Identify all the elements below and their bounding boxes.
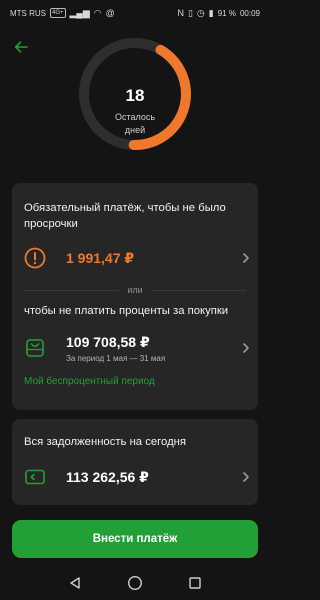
interest-free-amount: 109 708,58 ₽ <box>66 333 150 350</box>
battery-icon: ▮ <box>208 7 214 18</box>
total-debt-card: Вся задолженность на сегодня 113 262,56 … <box>12 419 258 505</box>
interest-free-period: За период 1 мая — 31 мая <box>66 353 166 363</box>
days-count: 18 <box>125 86 145 105</box>
status-bar: MTS RUS 4G+ ▂▄▆ ◠ @ N ▯ ◷ ▮ 91 % 00:09 <box>0 0 270 26</box>
nfc-icon: N <box>177 8 184 18</box>
network-badge: 4G+ <box>50 8 66 18</box>
back-arrow-icon <box>14 41 28 53</box>
circle-home-icon <box>127 575 143 591</box>
nav-back-button[interactable] <box>67 575 83 591</box>
make-payment-button[interactable]: Внести платёж <box>12 520 258 558</box>
wifi-icon: ◠ <box>93 7 102 18</box>
interest-free-row[interactable]: 109 708,58 ₽ За период 1 мая — 31 мая <box>24 331 250 365</box>
clock: 00:09 <box>239 8 260 18</box>
signal-icon: ▂▄▆ <box>69 7 90 18</box>
alarm-icon: ◷ <box>196 7 205 18</box>
chevron-right-icon <box>243 472 249 482</box>
card-icon <box>25 469 45 485</box>
total-debt-title: Вся задолженность на сегодня <box>24 436 187 448</box>
carrier-name: MTS RUS <box>10 8 46 18</box>
warning-circle-icon <box>24 247 46 269</box>
payment-options-card: Обязательный платёж, чтобы не было проср… <box>12 183 258 410</box>
interest-free-period-link[interactable]: Мой беспроцентный период <box>24 376 155 387</box>
chevron-right-icon <box>243 253 249 263</box>
mandatory-payment-title: Обязательный платёж, чтобы не было проср… <box>24 202 226 230</box>
mandatory-payment-amount: 1 991,47 ₽ <box>66 249 135 266</box>
days-left-label: Осталось дней <box>114 112 156 135</box>
or-label: или <box>127 285 143 295</box>
chevron-right-icon <box>243 343 249 353</box>
triangle-back-icon <box>70 577 80 589</box>
nav-home-button[interactable] <box>127 575 143 591</box>
total-debt-row[interactable]: 113 262,56 ₽ <box>24 465 250 489</box>
back-button[interactable] <box>10 36 32 58</box>
mandatory-payment-row[interactable]: 1 991,47 ₽ <box>24 246 250 270</box>
battery-percent: 91 % <box>217 8 236 18</box>
square-recents-icon <box>189 577 201 589</box>
shopping-bag-icon <box>26 339 44 357</box>
total-debt-amount: 113 262,56 ₽ <box>66 468 149 485</box>
or-divider: или <box>24 284 246 296</box>
at-icon: @ <box>105 8 115 18</box>
nav-recents-button[interactable] <box>187 575 203 591</box>
vibrate-icon: ▯ <box>187 7 193 18</box>
system-nav-bar <box>0 566 270 600</box>
days-left-ring: 18 Осталось дней <box>77 36 193 152</box>
interest-free-title: чтобы не платить проценты за покупки <box>24 305 229 317</box>
